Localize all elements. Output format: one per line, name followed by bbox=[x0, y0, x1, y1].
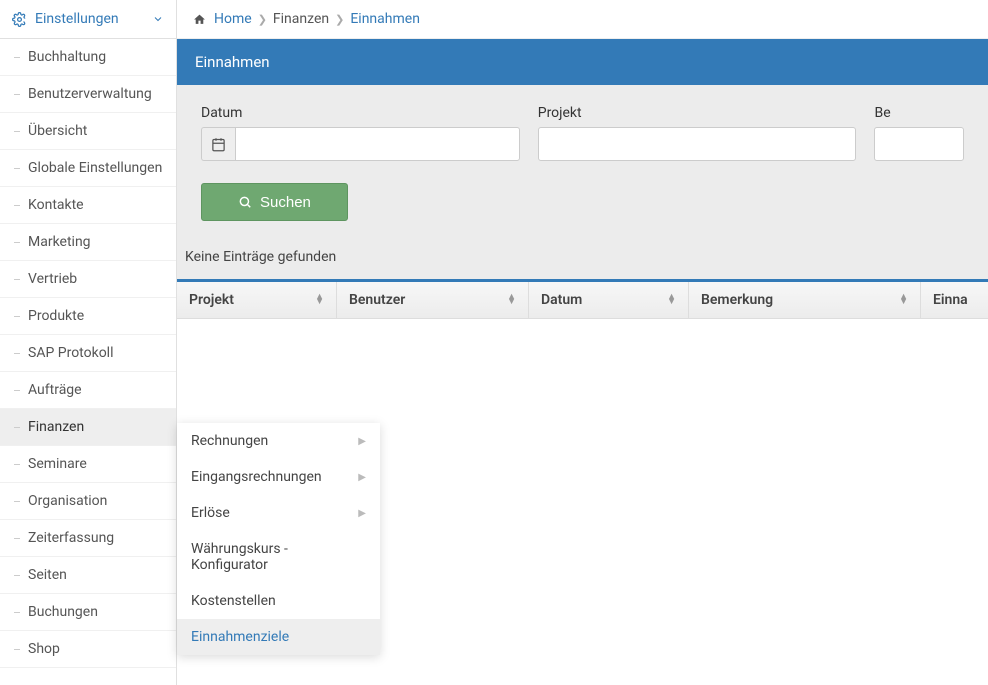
submenu-item-label: Kostenstellen bbox=[191, 593, 276, 609]
chevron-right-icon: ❯ bbox=[335, 13, 344, 26]
sort-icon: ▲▼ bbox=[899, 295, 908, 305]
column-header-datum[interactable]: Datum ▲▼ bbox=[529, 282, 689, 318]
filter-group-projekt: Projekt bbox=[538, 105, 857, 161]
chevron-right-icon: ▶ bbox=[358, 436, 366, 447]
sidebar-item-label: Zeiterfassung bbox=[28, 530, 114, 546]
sidebar-item-label: Seminare bbox=[28, 456, 87, 472]
results-table: Projekt ▲▼ Benutzer ▲▼ Datum ▲▼ Bemerkun… bbox=[177, 279, 988, 319]
submenu-item-label: Rechnungen bbox=[191, 433, 268, 449]
sidebar-item-aufträge[interactable]: Aufträge bbox=[0, 372, 176, 409]
breadcrumb-finanzen: Finanzen bbox=[273, 11, 329, 27]
projekt-input[interactable] bbox=[538, 127, 857, 161]
sidebar-item-label: Benutzerverwaltung bbox=[28, 86, 152, 102]
submenu-item-label: Erlöse bbox=[191, 505, 230, 521]
submenu-item-label: Währungskurs - Konfigurator bbox=[191, 541, 366, 573]
sidebar-item-organisation[interactable]: Organisation bbox=[0, 483, 176, 520]
submenu-item-label: Einnahmenziele bbox=[191, 629, 289, 645]
sidebar-item-label: SAP Protokoll bbox=[28, 345, 114, 361]
sidebar-item-label: Übersicht bbox=[28, 123, 87, 139]
filter-group-bemerkung: Be bbox=[874, 105, 964, 161]
sidebar-item-label: Globale Einstellungen bbox=[28, 160, 162, 176]
sort-icon: ▲▼ bbox=[507, 295, 516, 305]
sidebar-item-label: Kontakte bbox=[28, 197, 84, 213]
sidebar-item-label: Vertrieb bbox=[28, 271, 77, 287]
no-entries-message: Keine Einträge gefunden bbox=[177, 237, 988, 279]
column-header-bemerkung[interactable]: Bemerkung ▲▼ bbox=[689, 282, 921, 318]
sidebar-item-seiten[interactable]: Seiten bbox=[0, 557, 176, 594]
search-icon bbox=[238, 195, 252, 209]
filter-group-datum: Datum bbox=[201, 105, 520, 161]
bemerkung-input[interactable] bbox=[874, 127, 964, 161]
sidebar-item-buchhaltung[interactable]: Buchhaltung bbox=[0, 39, 176, 76]
sidebar-item-label: Organisation bbox=[28, 493, 107, 509]
sidebar-item-label: Marketing bbox=[28, 234, 91, 250]
search-button[interactable]: Suchen bbox=[201, 183, 348, 221]
panel-einnahmen: Einnahmen Datum Projekt bbox=[177, 39, 988, 319]
sidebar-item-marketing[interactable]: Marketing bbox=[0, 224, 176, 261]
submenu-item-label: Eingangsrechnungen bbox=[191, 469, 322, 485]
breadcrumb-einnahmen[interactable]: Einnahmen bbox=[350, 11, 420, 27]
filter-label-bemerkung: Be bbox=[874, 105, 964, 121]
sidebar-item-label: Buchhaltung bbox=[28, 49, 106, 65]
column-header-projekt[interactable]: Projekt ▲▼ bbox=[177, 282, 337, 318]
sidebar-item-label: Shop bbox=[28, 641, 60, 657]
calendar-icon[interactable] bbox=[201, 127, 235, 161]
submenu-item-rechnungen[interactable]: Rechnungen ▶ bbox=[177, 423, 380, 459]
column-header-einnahme[interactable]: Einna bbox=[921, 282, 988, 318]
chevron-right-icon: ▶ bbox=[358, 472, 366, 483]
sidebar-item-zeiterfassung[interactable]: Zeiterfassung bbox=[0, 520, 176, 557]
sidebar-item-label: Finanzen bbox=[28, 419, 84, 435]
sidebar-item-sap-protokoll[interactable]: SAP Protokoll bbox=[0, 335, 176, 372]
submenu-item-w-hrungskurs-konfigurator[interactable]: Währungskurs - Konfigurator bbox=[177, 531, 380, 583]
column-header-benutzer[interactable]: Benutzer ▲▼ bbox=[337, 282, 529, 318]
sidebar-item-globale-einstellungen[interactable]: Globale Einstellungen bbox=[0, 150, 176, 187]
sidebar-header-label: Einstellungen bbox=[35, 11, 152, 27]
submenu-item-einnahmenziele[interactable]: Einnahmenziele bbox=[177, 619, 380, 655]
sidebar-item-seminare[interactable]: Seminare bbox=[0, 446, 176, 483]
panel-title: Einnahmen bbox=[177, 39, 988, 85]
breadcrumb: Home ❯ Finanzen ❯ Einnahmen bbox=[177, 0, 988, 39]
gear-icon bbox=[12, 12, 27, 27]
home-icon bbox=[193, 13, 206, 26]
sidebar-item-label: Buchungen bbox=[28, 604, 98, 620]
filter-label-projekt: Projekt bbox=[538, 105, 857, 121]
sidebar-items: Buchhaltung Benutzerverwaltung Übersicht Gl… bbox=[0, 39, 176, 668]
sort-icon: ▲▼ bbox=[667, 295, 676, 305]
table-header-row: Projekt ▲▼ Benutzer ▲▼ Datum ▲▼ Bemerkun… bbox=[177, 282, 988, 319]
sidebar-item-label: Produkte bbox=[28, 308, 84, 324]
chevron-down-icon bbox=[152, 13, 164, 25]
sort-icon: ▲▼ bbox=[315, 295, 324, 305]
submenu-item-kostenstellen[interactable]: Kostenstellen bbox=[177, 583, 380, 619]
sidebar-item-label: Aufträge bbox=[28, 382, 82, 398]
chevron-right-icon: ▶ bbox=[358, 508, 366, 519]
sidebar-item-label: Seiten bbox=[28, 567, 67, 583]
filter-area: Datum Projekt Be bbox=[177, 85, 988, 237]
filter-label-datum: Datum bbox=[201, 105, 520, 121]
sidebar-item-buchungen[interactable]: Buchungen bbox=[0, 594, 176, 631]
breadcrumb-home[interactable]: Home bbox=[214, 11, 252, 27]
submenu-item-erl-se[interactable]: Erlöse ▶ bbox=[177, 495, 380, 531]
sidebar: Einstellungen Buchhaltung Benutzerverwalt… bbox=[0, 0, 177, 685]
submenu-finanzen: Rechnungen ▶ Eingangsrechnungen ▶ Erlöse ▶ Wäh… bbox=[177, 423, 380, 655]
sidebar-item-übersicht[interactable]: Übersicht bbox=[0, 113, 176, 150]
sidebar-header-einstellungen[interactable]: Einstellungen bbox=[0, 0, 176, 39]
sidebar-item-benutzerverwaltung[interactable]: Benutzerverwaltung bbox=[0, 76, 176, 113]
search-button-label: Suchen bbox=[260, 194, 311, 211]
sidebar-item-produkte[interactable]: Produkte bbox=[0, 298, 176, 335]
sidebar-item-vertrieb[interactable]: Vertrieb bbox=[0, 261, 176, 298]
datum-input[interactable] bbox=[235, 127, 520, 161]
chevron-right-icon: ❯ bbox=[258, 13, 267, 26]
sidebar-item-kontakte[interactable]: Kontakte bbox=[0, 187, 176, 224]
sidebar-item-finanzen[interactable]: Finanzen bbox=[0, 409, 176, 446]
sidebar-item-shop[interactable]: Shop bbox=[0, 631, 176, 668]
submenu-item-eingangsrechnungen[interactable]: Eingangsrechnungen ▶ bbox=[177, 459, 380, 495]
